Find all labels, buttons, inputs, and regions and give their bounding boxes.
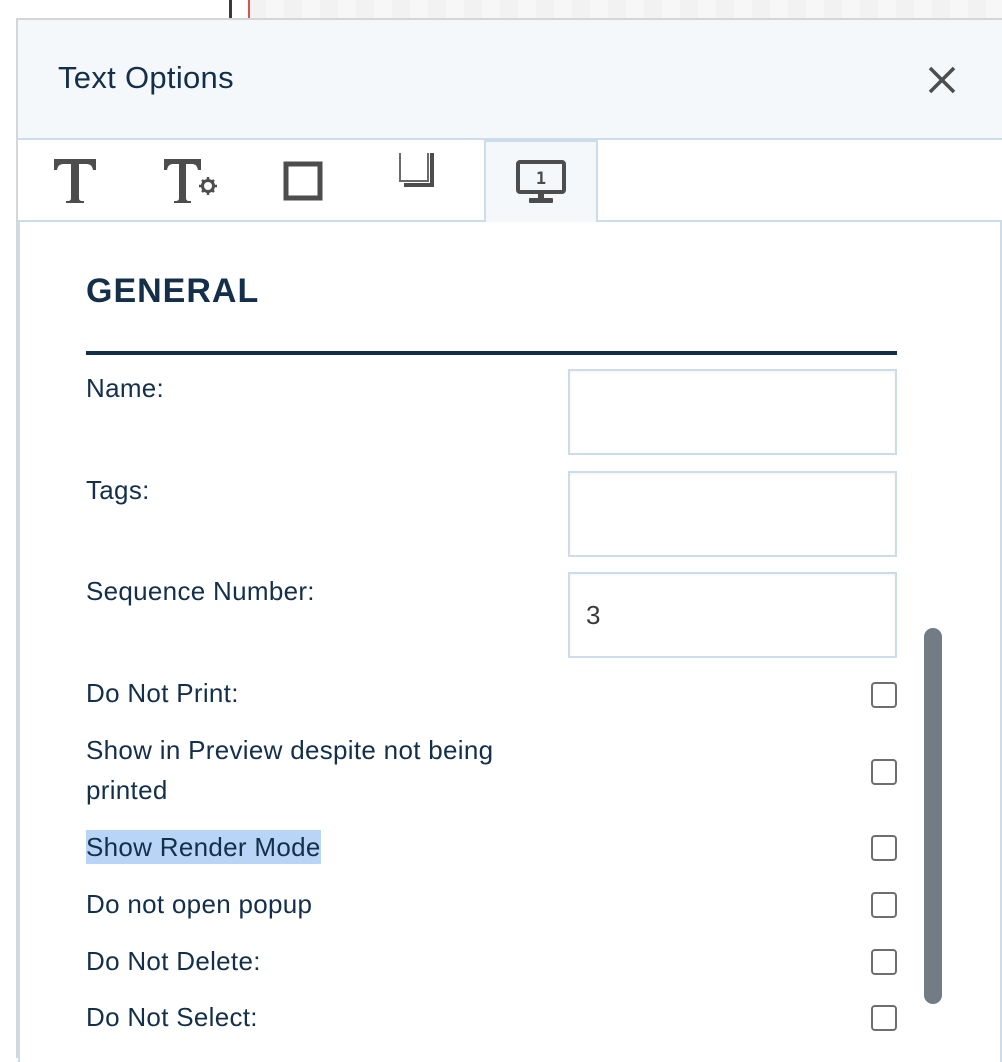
- show-in-preview-label: Show in Preview despite not being printe…: [86, 735, 494, 805]
- canvas-guide-line: [229, 0, 232, 20]
- close-button[interactable]: [924, 62, 960, 98]
- name-label: Name:: [86, 373, 165, 403]
- tab-text-settings[interactable]: [132, 140, 246, 222]
- show-render-mode-label: Show Render Mode: [86, 827, 321, 867]
- canvas-margin-line: [248, 0, 250, 20]
- border-box-icon: [283, 161, 323, 201]
- sequence-number-input[interactable]: [568, 572, 897, 658]
- show-render-mode-text: Show Render Mode: [86, 830, 321, 864]
- dialog-header: Text Options: [18, 20, 1002, 140]
- sequence-number-label: Sequence Number:: [86, 576, 315, 606]
- general-settings-pane: GENERAL Name: Tags: Sequence Number: Do …: [18, 222, 1002, 1062]
- section-title: GENERAL: [86, 272, 260, 310]
- canvas-area: [248, 0, 1002, 20]
- close-icon: [928, 66, 956, 94]
- tags-label: Tags:: [86, 475, 150, 505]
- tags-input[interactable]: [568, 471, 897, 557]
- text-options-dialog: Text Options 1 GENERAL Name: Tags: Seque…: [16, 18, 1002, 1062]
- do-not-open-popup-label: Do not open popup: [86, 889, 313, 919]
- do-not-print-label: Do Not Print:: [86, 678, 239, 708]
- text-settings-icon: [164, 159, 217, 203]
- show-in-preview-checkbox[interactable]: [871, 759, 897, 785]
- dialog-title: Text Options: [58, 60, 234, 95]
- tab-display[interactable]: 1: [484, 140, 598, 222]
- do-not-print-checkbox[interactable]: [871, 682, 897, 708]
- do-not-open-popup-checkbox[interactable]: [871, 892, 897, 918]
- show-render-mode-checkbox[interactable]: [871, 835, 897, 861]
- monitor-number-icon: 1: [516, 160, 566, 203]
- text-icon: [54, 159, 96, 203]
- svg-text:1: 1: [536, 169, 546, 189]
- tab-border[interactable]: [246, 140, 360, 222]
- tab-shadow[interactable]: [360, 140, 474, 222]
- section-divider: [86, 351, 897, 355]
- do-not-delete-label: Do Not Delete:: [86, 946, 261, 976]
- shadow-box-icon: [399, 153, 434, 187]
- tab-bar: 1: [18, 140, 1002, 222]
- do-not-select-checkbox[interactable]: [871, 1005, 897, 1031]
- scrollbar-thumb[interactable]: [924, 628, 942, 1004]
- canvas-backdrop: [0, 0, 1002, 20]
- do-not-delete-checkbox[interactable]: [871, 949, 897, 975]
- do-not-select-label: Do Not Select:: [86, 1002, 258, 1032]
- tab-text[interactable]: [18, 140, 132, 222]
- name-input[interactable]: [568, 369, 897, 455]
